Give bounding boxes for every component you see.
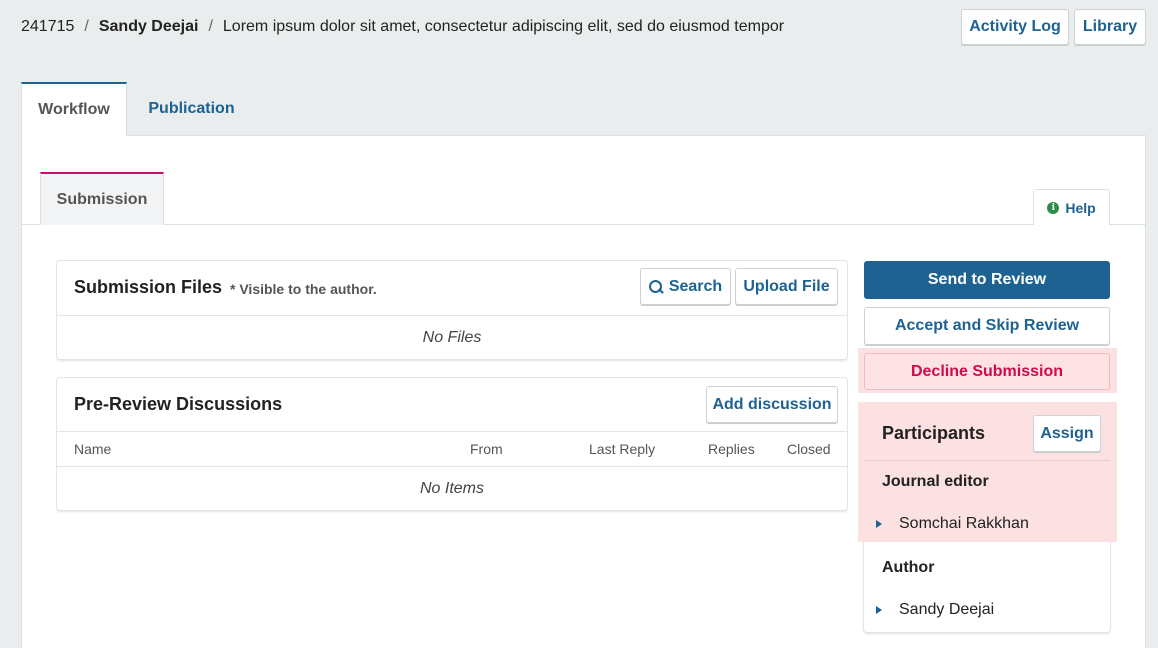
tab-submission-stage[interactable]: Submission (40, 172, 164, 225)
submission-title: Lorem ipsum dolor sit amet, consectetur … (222, 18, 785, 35)
column-header-from[interactable]: From (470, 441, 503, 457)
info-icon: i (1047, 201, 1060, 214)
role-author: Author (882, 559, 935, 576)
breadcrumb-separator: / (208, 18, 213, 35)
accept-skip-review-button[interactable]: Accept and Skip Review (864, 307, 1110, 345)
column-header-last-reply[interactable]: Last Reply (589, 441, 655, 457)
column-header-replies[interactable]: Replies (708, 441, 755, 457)
pre-review-discussions-card: Pre-Review Discussions Add discussion Na… (57, 378, 847, 510)
tab-publication[interactable]: Publication (134, 82, 249, 136)
role-journal-editor: Journal editor (882, 473, 989, 490)
breadcrumb-separator: / (84, 18, 89, 35)
no-files-message: No Files (422, 329, 482, 346)
card-divider (57, 315, 847, 316)
send-to-review-button[interactable]: Send to Review (864, 261, 1110, 299)
library-button[interactable]: Library (1074, 9, 1146, 45)
search-files-button[interactable]: Search (640, 268, 731, 305)
submission-author: Sandy Deejai (98, 18, 199, 35)
breadcrumb: 241715 / Sandy Deejai / Lorem ipsum dolor si… (21, 16, 784, 38)
visible-to-author-note: * Visible to the author. (230, 281, 377, 297)
submission-files-title: Submission Files (74, 277, 223, 297)
column-header-closed[interactable]: Closed (787, 441, 831, 457)
help-label: Help (1065, 199, 1096, 216)
participant-somchai-rakkhan[interactable]: Somchai Rakkhan (876, 515, 1029, 533)
column-header-name[interactable]: Name (74, 441, 111, 457)
search-label: Search (668, 277, 723, 295)
discussions-title: Pre-Review Discussions (74, 394, 283, 414)
card-divider (57, 431, 847, 432)
no-items-message: No Items (419, 480, 484, 497)
upload-file-button[interactable]: Upload File (735, 268, 838, 305)
card-divider (57, 466, 847, 467)
page-header: 241715 / Sandy Deejai / Lorem ipsum dolor si… (0, 0, 1158, 56)
add-discussion-button[interactable]: Add discussion (706, 386, 838, 423)
expand-arrow-icon[interactable] (876, 520, 882, 528)
submission-files-card: Submission Files * Visible to the author… (57, 261, 847, 359)
participants-divider (864, 460, 1110, 461)
activity-log-button[interactable]: Activity Log (961, 9, 1069, 45)
decline-submission-button[interactable]: Decline Submission (864, 353, 1110, 390)
tab-workflow[interactable]: Workflow (21, 82, 127, 136)
submission-id: 241715 (21, 18, 75, 35)
participant-name: Somchai Rakkhan (899, 515, 1029, 532)
assign-participant-button[interactable]: Assign (1033, 415, 1101, 452)
search-icon (648, 279, 663, 294)
stage-tab-divider (22, 224, 1145, 225)
help-button[interactable]: i Help (1033, 189, 1110, 225)
participant-name: Sandy Deejai (899, 601, 995, 618)
participant-sandy-deejai[interactable]: Sandy Deejai (876, 601, 994, 619)
expand-arrow-icon[interactable] (876, 606, 882, 614)
participants-title: Participants (882, 423, 986, 443)
